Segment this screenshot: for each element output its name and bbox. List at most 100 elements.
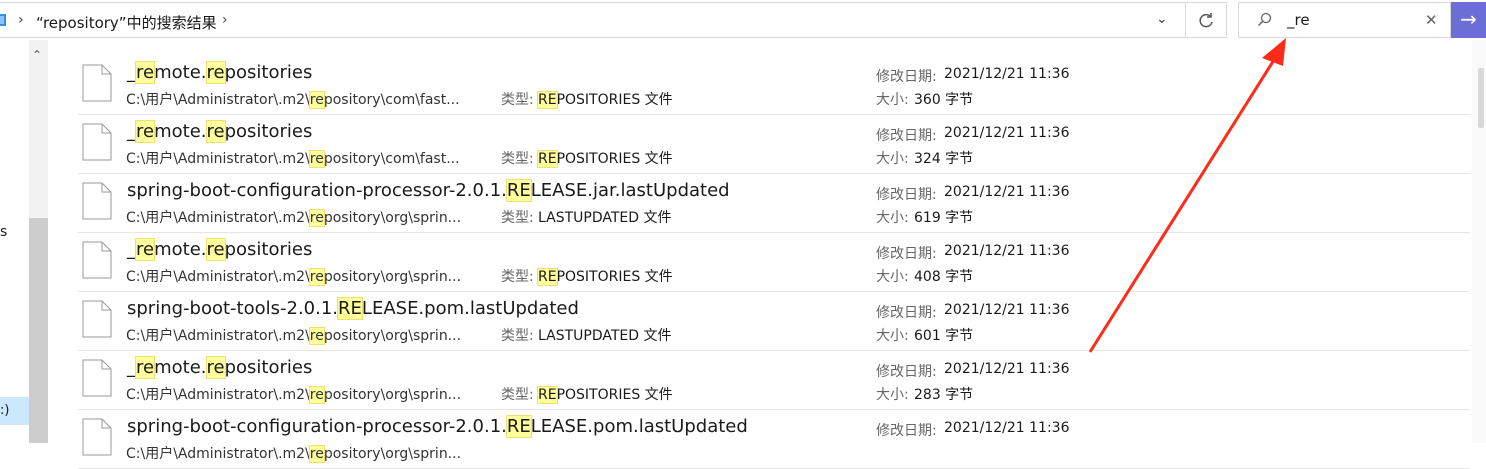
result-size: 283 字节 [914, 387, 974, 403]
file-icon [82, 182, 112, 220]
result-row[interactable]: _remote.repositories C:\用户\Administrator\… [78, 115, 1470, 174]
result-row[interactable]: _remote.repositories C:\用户\Administrator\… [78, 56, 1470, 115]
search-match-highlight: RE [537, 91, 558, 109]
result-type: REPOSITORIES 文件 [537, 150, 673, 168]
results-scrollbar-thumb[interactable] [1478, 68, 1484, 128]
result-type-label: 类型: [501, 387, 534, 403]
search-match-highlight: re [134, 356, 156, 379]
result-file-path: C:\用户\Administrator\.m2\repository\org\s… [126, 445, 462, 463]
result-file-path: C:\用户\Administrator\.m2\repository\org\s… [126, 327, 462, 345]
search-icon [1257, 12, 1272, 27]
chevron-right-icon[interactable]: › [222, 12, 228, 28]
search-match-highlight: RE [505, 415, 532, 438]
file-icon [82, 359, 112, 397]
file-icon [82, 123, 112, 161]
result-type-label: 类型: [501, 210, 534, 226]
close-icon[interactable]: ✕ [1425, 11, 1438, 29]
result-row[interactable]: spring-boot-tools-2.0.1.RELEASE.pom.last… [78, 292, 1470, 351]
result-date: 2021/12/21 11:36 [944, 184, 1070, 200]
result-file-name[interactable]: _remote.repositories [127, 356, 312, 379]
result-date: 2021/12/21 11:36 [944, 66, 1070, 82]
folder-search-icon [0, 14, 6, 26]
result-date-label: 修改日期: [876, 305, 937, 321]
result-row[interactable]: spring-boot-configuration-processor-2.0.… [78, 174, 1470, 233]
search-match-highlight: re [308, 445, 325, 463]
result-date-label: 修改日期: [876, 423, 937, 439]
result-date: 2021/12/21 11:36 [944, 420, 1070, 436]
result-size-label: 大小: [876, 92, 909, 108]
chevron-right-icon[interactable]: › [18, 12, 24, 28]
file-icon [82, 300, 112, 338]
result-size: 601 字节 [914, 328, 974, 344]
nav-item-drive[interactable]: :) [0, 397, 29, 425]
result-type: LASTUPDATED 文件 [538, 210, 672, 226]
search-match-highlight: re [308, 209, 325, 227]
refresh-icon [1199, 13, 1213, 28]
file-icon [82, 241, 112, 279]
file-icon [82, 64, 112, 102]
result-date: 2021/12/21 11:36 [944, 243, 1070, 259]
result-type-label: 类型: [501, 328, 534, 344]
result-date-label: 修改日期: [876, 364, 937, 380]
result-file-path: C:\用户\Administrator\.m2\repository\com\f… [126, 91, 460, 109]
search-match-highlight: re [134, 120, 156, 143]
result-size: 408 字节 [914, 269, 974, 285]
top-bar: › “repository”中的搜索结果 › ⌄ ✕ → [0, 0, 1486, 40]
search-match-highlight: re [134, 238, 156, 261]
refresh-button[interactable] [1186, 2, 1227, 38]
result-date: 2021/12/21 11:36 [944, 125, 1070, 141]
result-size-label: 大小: [876, 151, 909, 167]
chevron-up-icon[interactable]: ⌃ [32, 48, 42, 62]
search-match-highlight: RE [537, 150, 558, 168]
search-match-highlight: re [308, 327, 325, 345]
search-match-highlight: re [134, 61, 156, 84]
result-file-name[interactable]: spring-boot-configuration-processor-2.0.… [127, 179, 730, 202]
result-date-label: 修改日期: [876, 128, 937, 144]
result-file-path: C:\用户\Administrator\.m2\repository\org\s… [126, 386, 462, 404]
result-row[interactable]: _remote.repositories C:\用户\Administrator\… [78, 233, 1470, 292]
search-input[interactable] [1287, 11, 1417, 29]
result-size-label: 大小: [876, 269, 909, 285]
result-type-label: 类型: [501, 92, 534, 108]
result-row[interactable]: _remote.repositories C:\用户\Administrator\… [78, 351, 1470, 410]
result-file-name[interactable]: spring-boot-tools-2.0.1.RELEASE.pom.last… [127, 297, 579, 320]
result-file-path: C:\用户\Administrator\.m2\repository\com\f… [126, 150, 460, 168]
result-size-label: 大小: [876, 387, 909, 403]
search-results-list: _remote.repositories C:\用户\Administrator\… [78, 56, 1470, 469]
result-row[interactable]: spring-boot-configuration-processor-2.0.… [78, 410, 1470, 469]
arrow-right-icon: → [1460, 7, 1477, 31]
result-date-label: 修改日期: [876, 246, 937, 262]
search-match-highlight: RE [337, 297, 363, 320]
result-date: 2021/12/21 11:36 [944, 361, 1070, 377]
result-type: REPOSITORIES 文件 [537, 268, 673, 286]
result-file-name[interactable]: _remote.repositories [127, 61, 312, 84]
file-icon [82, 418, 112, 456]
result-type-label: 类型: [501, 151, 534, 167]
result-file-name[interactable]: spring-boot-configuration-processor-2.0.… [127, 415, 748, 438]
result-file-path: C:\用户\Administrator\.m2\repository\org\s… [126, 209, 462, 227]
search-match-highlight: re [205, 61, 226, 84]
search-match-highlight: re [308, 268, 325, 286]
result-date: 2021/12/21 11:36 [944, 302, 1070, 318]
address-bar[interactable]: › “repository”中的搜索结果 › ⌄ [0, 2, 1186, 38]
search-match-highlight: re [205, 120, 226, 143]
result-size-label: 大小: [876, 210, 909, 226]
search-match-highlight: re [205, 238, 226, 261]
search-match-highlight: RE [505, 179, 532, 202]
address-path[interactable]: “repository”中的搜索结果 [36, 12, 217, 33]
nav-scrollbar-thumb[interactable] [29, 218, 48, 443]
result-type: REPOSITORIES 文件 [537, 386, 673, 404]
result-file-name[interactable]: _remote.repositories [127, 120, 312, 143]
result-size-label: 大小: [876, 328, 909, 344]
chevron-down-icon[interactable]: ⌄ [1156, 11, 1168, 27]
search-box[interactable]: ✕ [1238, 2, 1451, 38]
nav-item-partial[interactable]: s [0, 224, 7, 240]
search-match-highlight: re [308, 91, 325, 109]
result-date-label: 修改日期: [876, 69, 937, 85]
search-match-highlight: re [205, 356, 226, 379]
result-type: REPOSITORIES 文件 [537, 91, 673, 109]
result-file-name[interactable]: _remote.repositories [127, 238, 312, 261]
search-go-button[interactable]: → [1451, 2, 1486, 38]
search-match-highlight: re [308, 150, 325, 168]
result-size: 324 字节 [914, 151, 974, 167]
